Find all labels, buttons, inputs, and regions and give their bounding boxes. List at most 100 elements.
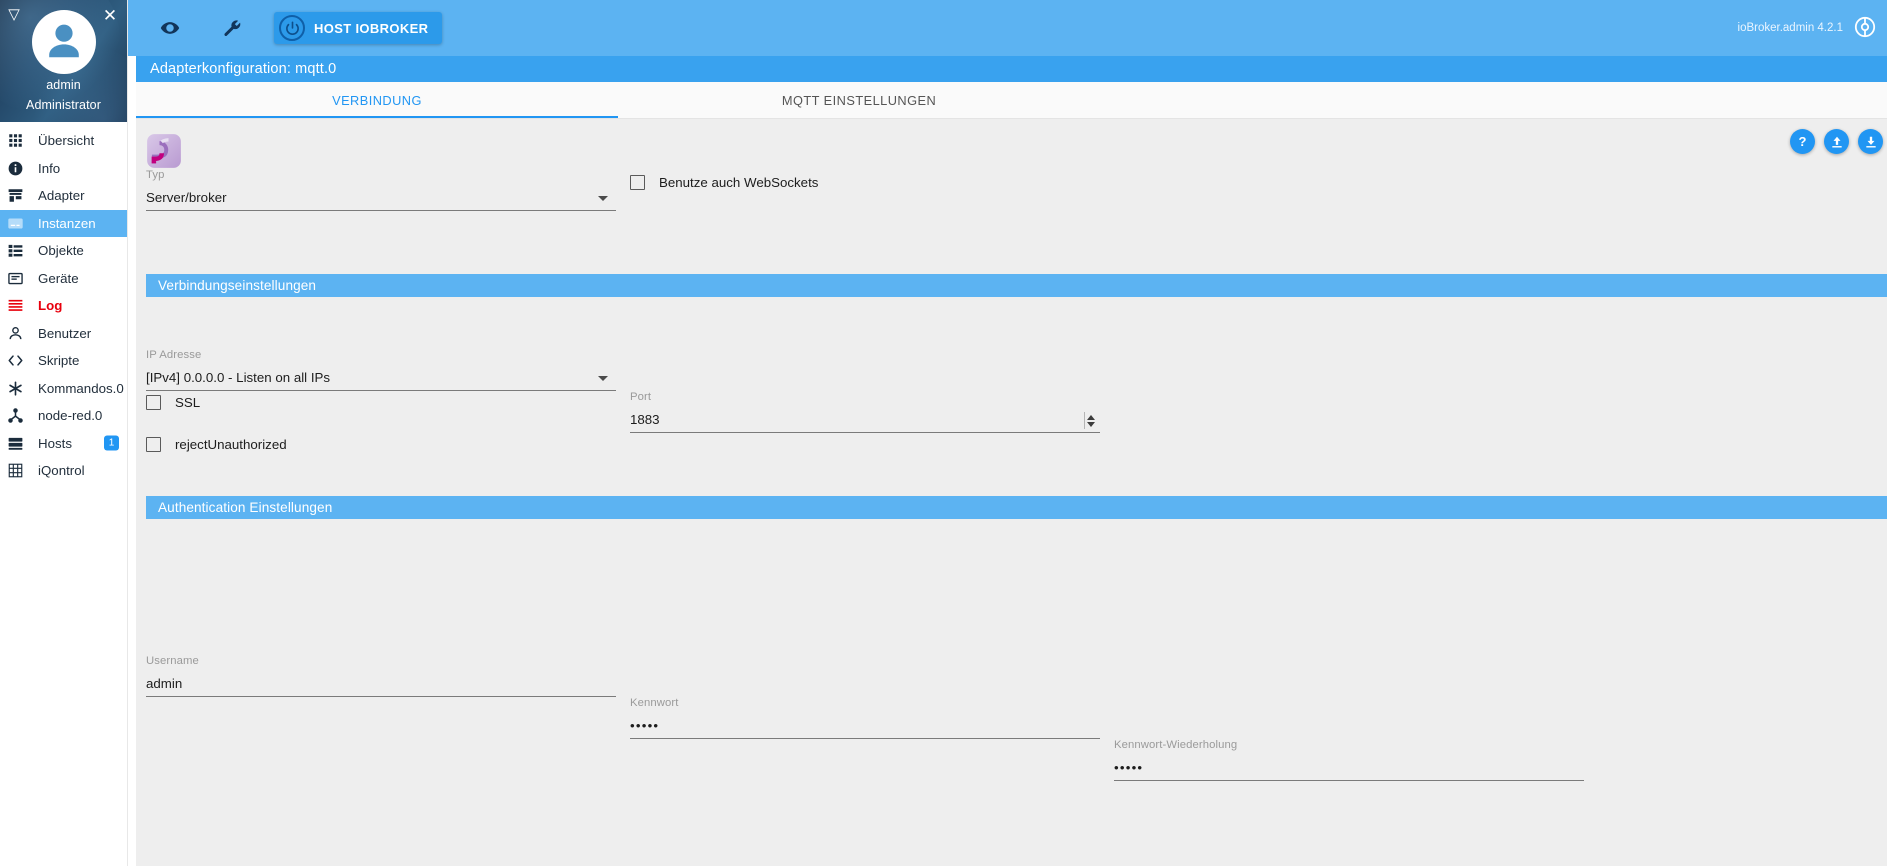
reject-unauthorized-checkbox[interactable] xyxy=(146,437,161,452)
help-button[interactable]: ? xyxy=(1790,129,1815,154)
type-label: Typ xyxy=(146,169,165,181)
password-label: Kennwort xyxy=(630,697,679,709)
triangle-down-icon[interactable]: ▽ xyxy=(5,6,23,24)
sidebar-item-label: Log xyxy=(38,298,63,314)
username-value: admin xyxy=(146,676,183,691)
sidebar-nav-list: Übersicht Info Adapter Instanzen Objekte… xyxy=(0,122,127,485)
action-fab-bar: ? xyxy=(1790,129,1883,154)
import-button[interactable] xyxy=(1858,129,1883,154)
sidebar-item-instanzen[interactable]: Instanzen xyxy=(0,209,127,237)
password-repeat-value: ••••• xyxy=(1114,760,1144,775)
sidebar-item-label: iQontrol xyxy=(38,463,85,479)
auth-section-header: Authentication Einstellungen xyxy=(146,496,1887,519)
websockets-checkbox-row[interactable]: Benutze auch WebSockets xyxy=(630,175,818,190)
verbindung-panel: ? Typ Server/broker Benutze auch WebSock… xyxy=(136,119,1887,866)
instances-icon xyxy=(8,214,30,232)
websockets-label: Benutze auch WebSockets xyxy=(659,175,819,190)
sidebar-item-node-red[interactable]: node-red.0 xyxy=(0,402,127,430)
page-title: Adapterkonfiguration: mqtt.0 xyxy=(136,56,1887,82)
sidebar-item-kommandos[interactable]: Kommandos.0 xyxy=(0,375,127,403)
wrench-icon[interactable] xyxy=(212,8,252,48)
sidebar-item-label: Objekte xyxy=(38,243,84,259)
type-value: Server/broker xyxy=(146,190,227,205)
sidebar-profile-header: ▽ ✕ admin Administrator xyxy=(0,0,127,122)
close-icon[interactable]: ✕ xyxy=(101,7,119,26)
sidebar-item-label: Info xyxy=(38,160,61,176)
sidebar-item-label: Instanzen xyxy=(38,215,96,231)
port-input[interactable]: 1883 xyxy=(630,409,1100,433)
top-toolbar: HOST IOBROKER ioBroker.admin 4.2.1 xyxy=(128,0,1887,56)
sidebar-item-label: Geräte xyxy=(38,270,79,286)
password-field: Kennwort ••••• xyxy=(630,697,1100,739)
download-icon xyxy=(1865,136,1876,147)
password-repeat-field: Kennwort-Wiederholung ••••• xyxy=(1114,739,1584,781)
sidebar: ▽ ✕ admin Administrator Übersicht Info A… xyxy=(0,0,128,866)
sidebar-item-label: node-red.0 xyxy=(38,408,103,424)
connection-section-header: Verbindungseinstellungen xyxy=(146,274,1887,297)
code-icon xyxy=(8,352,30,370)
password-repeat-input[interactable]: ••••• xyxy=(1114,757,1584,781)
username-label: Username xyxy=(146,655,199,667)
tab-verbindung[interactable]: VERBINDUNG xyxy=(136,82,618,119)
reject-unauthorized-label: rejectUnauthorized xyxy=(175,437,287,452)
chevron-down-icon[interactable] xyxy=(598,376,608,381)
profile-username: admin xyxy=(46,78,81,92)
ssl-checkbox-row[interactable]: SSL xyxy=(146,395,200,410)
auth-section-title: Authentication Einstellungen xyxy=(158,500,333,515)
password-input[interactable]: ••••• xyxy=(630,715,1100,739)
ip-address-select[interactable]: [IPv4] 0.0.0.0 - Listen on all IPs xyxy=(146,367,616,391)
password-repeat-label: Kennwort-Wiederholung xyxy=(1114,739,1238,751)
tab-bar: VERBINDUNG MQTT EINSTELLUNGEN xyxy=(136,82,1887,119)
port-label: Port xyxy=(630,391,652,403)
device-icon xyxy=(8,269,30,287)
gear-icon[interactable] xyxy=(1853,15,1879,41)
sidebar-item-label: Skripte xyxy=(38,353,80,369)
tab-active-indicator xyxy=(136,116,618,118)
port-field: Port 1883 xyxy=(630,391,1100,433)
sidebar-item-log[interactable]: Log xyxy=(0,292,127,320)
list-icon xyxy=(8,242,30,260)
power-icon xyxy=(279,15,305,41)
password-value: ••••• xyxy=(630,718,660,733)
username-field: Username admin xyxy=(146,655,616,697)
type-select[interactable]: Server/broker xyxy=(146,187,616,211)
quantity-stepper[interactable] xyxy=(1084,411,1097,430)
main-area: HOST IOBROKER ioBroker.admin 4.2.1 Adapt… xyxy=(128,0,1887,866)
sidebar-item-objekte[interactable]: Objekte xyxy=(0,237,127,265)
host-button-label: HOST IOBROKER xyxy=(314,20,429,36)
sidebar-item-uebersicht[interactable]: Übersicht xyxy=(0,127,127,155)
asterisk-icon xyxy=(8,379,30,397)
sidebar-item-benutzer[interactable]: Benutzer xyxy=(0,320,127,348)
sidebar-item-iqontrol[interactable]: iQontrol xyxy=(0,457,127,485)
export-button[interactable] xyxy=(1824,129,1849,154)
app-version: ioBroker.admin 4.2.1 xyxy=(1737,22,1843,34)
chevron-down-icon[interactable] xyxy=(598,196,608,201)
port-value: 1883 xyxy=(630,412,660,427)
eye-icon[interactable] xyxy=(150,8,190,48)
host-iobroker-button[interactable]: HOST IOBROKER xyxy=(274,12,443,44)
sidebar-item-info[interactable]: Info xyxy=(0,155,127,183)
sidebar-item-hosts[interactable]: Hosts 1 xyxy=(0,430,127,458)
hosts-icon xyxy=(8,434,30,452)
reject-unauthorized-checkbox-row[interactable]: rejectUnauthorized xyxy=(146,437,287,452)
type-field: Typ Server/broker xyxy=(146,169,616,211)
username-input[interactable]: admin xyxy=(146,673,616,697)
websockets-checkbox[interactable] xyxy=(630,175,645,190)
sidebar-item-geraete[interactable]: Geräte xyxy=(0,265,127,293)
profile-role: Administrator xyxy=(26,98,101,112)
person-icon xyxy=(8,324,30,342)
ssl-label: SSL xyxy=(175,395,201,410)
mqtt-adapter-logo xyxy=(147,134,181,168)
question-mark-icon: ? xyxy=(1798,134,1807,149)
sidebar-item-skripte[interactable]: Skripte xyxy=(0,347,127,375)
info-icon xyxy=(8,159,30,177)
sidebar-item-label: Adapter xyxy=(38,188,85,204)
tab-mqtt-einstellungen[interactable]: MQTT EINSTELLUNGEN xyxy=(618,82,1100,119)
ip-address-value: [IPv4] 0.0.0.0 - Listen on all IPs xyxy=(146,370,331,385)
ssl-checkbox[interactable] xyxy=(146,395,161,410)
iobroker-admin-window: ▽ ✕ admin Administrator Übersicht Info A… xyxy=(0,0,1887,866)
upload-icon xyxy=(1831,136,1842,147)
sidebar-item-adapter[interactable]: Adapter xyxy=(0,182,127,210)
ip-address-label: IP Adresse xyxy=(146,349,202,361)
store-icon xyxy=(8,187,30,205)
